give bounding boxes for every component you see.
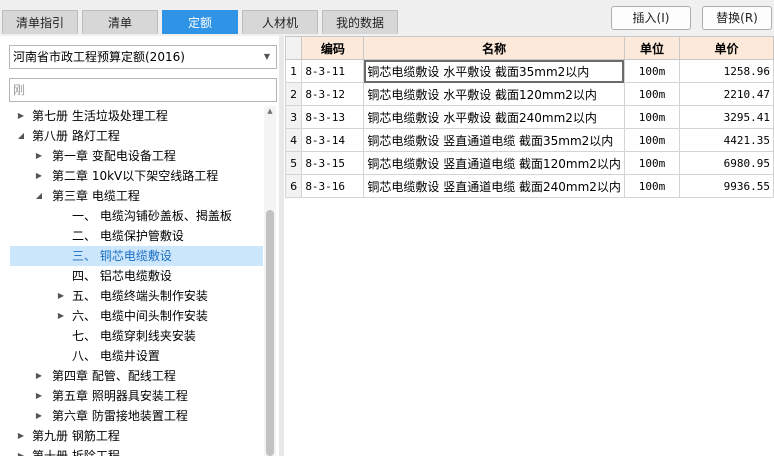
replace-button[interactable]: 替换(R) [702,6,772,30]
tree-node[interactable]: 四、 铝芯电缆敷设 [10,266,263,286]
tree-node[interactable]: ▶ 第五章 照明器具安装工程 [10,386,263,406]
quota-library-select[interactable]: 河南省市政工程预算定额(2016) ▼ [9,45,277,69]
tree-node[interactable]: 七、 电缆穿刺线夹安装 [10,326,263,346]
table-row[interactable]: 1 8-3-11 铜芯电缆敷设 水平敷设 截面35mm2以内 100m 1258… [284,59,774,83]
table-row[interactable]: 3 8-3-13 铜芯电缆敷设 水平敷设 截面240mm2以内 100m 329… [284,105,774,129]
collapse-arrow-icon[interactable]: ◢ [16,126,26,146]
chapter-tree: ▶ 第七册 生活垃圾处理工程 ◢ 第八册 路灯工程 ▶ 第一章 变配电设备工程 … [10,106,263,456]
tree-node[interactable]: ▶ 第一章 变配电设备工程 [10,146,263,166]
scrollbar-thumb[interactable] [266,210,274,456]
scroll-up-icon[interactable]: ▲ [264,106,276,116]
tree-node[interactable]: ▶ 五、 电缆终端头制作安装 [10,286,263,306]
tree-node[interactable]: ◢ 第八册 路灯工程 [10,126,263,146]
tab-labor-material-machine[interactable]: 人材机 [242,10,318,34]
tree-node[interactable]: ▶ 第四章 配管、配线工程 [10,366,263,386]
collapse-arrow-icon[interactable]: ◢ [34,186,44,206]
tree-node[interactable]: ▶ 第十册 拆除工程 [10,446,263,456]
column-header-price[interactable]: 单价 [679,36,774,60]
expand-arrow-icon[interactable]: ▶ [34,406,44,426]
table-row[interactable]: 6 8-3-16 铜芯电缆敷设 竖直通道电缆 截面240mm2以内 100m 9… [284,174,774,198]
tab-bill[interactable]: 清单 [82,10,158,34]
table-row[interactable]: 5 8-3-15 铜芯电缆敷设 竖直通道电缆 截面120mm2以内 100m 6… [284,151,774,175]
expand-arrow-icon[interactable]: ▶ [16,426,26,446]
expand-arrow-icon[interactable]: ▶ [34,166,44,186]
tree-node[interactable]: 二、 电缆保护管敷设 [10,226,263,246]
tree-node-selected[interactable]: 三、 铜芯电缆敷设 [10,246,263,266]
table-header-row: 编码 名称 单位 单价 [284,36,774,60]
column-header-unit[interactable]: 单位 [623,36,681,60]
column-header-name[interactable]: 名称 [363,36,625,60]
table-row[interactable]: 2 8-3-12 铜芯电缆敷设 水平敷设 截面120mm2以内 100m 221… [284,82,774,106]
expand-arrow-icon[interactable]: ▶ [34,366,44,386]
tree-node[interactable]: ▶ 第九册 钢筋工程 [10,426,263,446]
tree-node[interactable]: ▶ 第二章 10kV以下架空线路工程 [10,166,263,186]
expand-arrow-icon[interactable]: ▶ [34,146,44,166]
tree-node[interactable]: 八、 电缆井设置 [10,346,263,366]
chevron-down-icon[interactable]: ▼ [264,46,270,68]
search-input[interactable] [9,78,277,102]
table-row[interactable]: 4 8-3-14 铜芯电缆敷设 竖直通道电缆 截面35mm2以内 100m 44… [284,128,774,152]
tab-quota[interactable]: 定额 [162,10,238,34]
row-number-header [284,36,303,60]
tree-scrollbar[interactable]: ▲ [264,106,276,456]
tree-node[interactable]: ▶ 第七册 生活垃圾处理工程 [10,106,263,126]
tree-node[interactable]: 一、 电缆沟铺砂盖板、揭盖板 [10,206,263,226]
top-tab-bar: 清单指引 清单 定额 人材机 我的数据 插入(I) 替换(R) [0,0,774,36]
tree-node[interactable]: ▶ 第六章 防雷接地装置工程 [10,406,263,426]
quota-table: 编码 名称 单位 单价 1 8-3-11 铜芯电缆敷设 水平敷设 截面35mm2… [284,36,774,198]
tree-node[interactable]: ▶ 六、 电缆中间头制作安装 [10,306,263,326]
expand-arrow-icon[interactable]: ▶ [16,446,26,456]
expand-arrow-icon[interactable]: ▶ [56,306,66,326]
tab-my-data[interactable]: 我的数据 [322,10,398,34]
tree-node[interactable]: ◢ 第三章 电缆工程 [10,186,263,206]
insert-button[interactable]: 插入(I) [611,6,691,30]
quota-library-value: 河南省市政工程预算定额(2016) [13,50,185,64]
pane-splitter[interactable] [279,36,284,456]
expand-arrow-icon[interactable]: ▶ [56,286,66,306]
expand-arrow-icon[interactable]: ▶ [34,386,44,406]
expand-arrow-icon[interactable]: ▶ [16,106,26,126]
column-header-code[interactable]: 编码 [301,36,365,60]
tab-bill-guide[interactable]: 清单指引 [2,10,78,34]
